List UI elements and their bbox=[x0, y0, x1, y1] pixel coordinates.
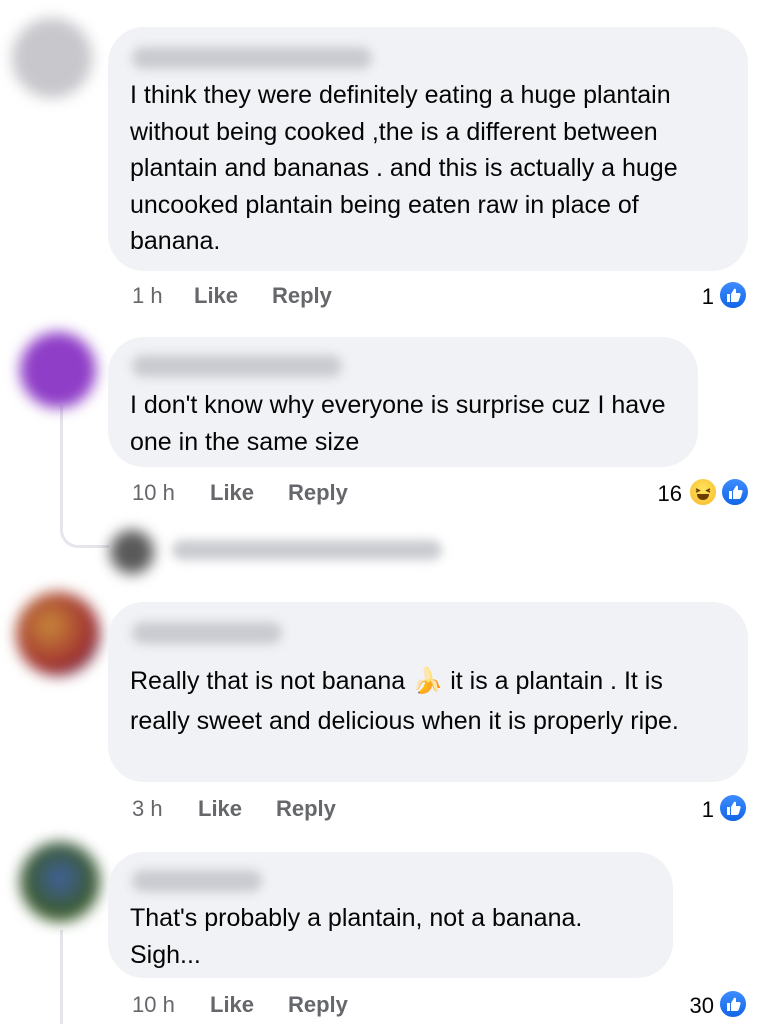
like-icon[interactable] bbox=[718, 280, 748, 310]
thread-line bbox=[60, 930, 63, 1024]
like-link[interactable]: Like bbox=[210, 480, 254, 506]
avatar[interactable] bbox=[12, 18, 92, 98]
comment-bubble: I don't know why everyone is surprise cu… bbox=[108, 337, 698, 467]
reply-link[interactable]: Reply bbox=[288, 992, 348, 1018]
comment-text: That's probably a plantain, not a banana… bbox=[130, 904, 583, 969]
avatar[interactable] bbox=[16, 592, 100, 676]
commenter-name[interactable] bbox=[132, 622, 282, 644]
reaction-count[interactable]: 1 bbox=[680, 284, 714, 310]
comment-bubble: That's probably a plantain, not a banana… bbox=[108, 852, 673, 978]
avatar[interactable] bbox=[20, 842, 100, 922]
comment-text: Really that is not banana 🍌 it is a plan… bbox=[130, 667, 679, 735]
reply-thread-line bbox=[60, 405, 109, 548]
like-icon[interactable] bbox=[720, 477, 750, 507]
reaction-count[interactable]: 16 bbox=[640, 481, 682, 507]
comment-meta: 1 h bbox=[132, 283, 163, 309]
haha-icon[interactable] bbox=[688, 477, 718, 507]
reply-link[interactable]: Reply bbox=[288, 480, 348, 506]
like-icon[interactable] bbox=[718, 989, 748, 1019]
comment-text: I think they were definitely eating a hu… bbox=[130, 81, 678, 255]
like-icon[interactable] bbox=[718, 793, 748, 823]
reply-link[interactable]: Reply bbox=[276, 796, 336, 822]
comment-bubble: Really that is not banana 🍌 it is a plan… bbox=[108, 602, 748, 782]
timestamp[interactable]: 10 h bbox=[132, 992, 175, 1018]
timestamp[interactable]: 1 h bbox=[132, 283, 163, 308]
commenter-name[interactable] bbox=[132, 355, 342, 377]
avatar[interactable] bbox=[20, 332, 96, 408]
reaction-count[interactable]: 30 bbox=[668, 993, 714, 1019]
timestamp[interactable]: 3 h bbox=[132, 796, 163, 822]
reply-preview[interactable] bbox=[172, 540, 442, 560]
banana-emoji: 🍌 bbox=[412, 667, 444, 695]
commenter-name[interactable] bbox=[132, 47, 372, 69]
commenter-name[interactable] bbox=[132, 870, 262, 892]
like-link[interactable]: Like bbox=[198, 796, 242, 822]
reaction-count[interactable]: 1 bbox=[680, 797, 714, 823]
reply-link[interactable]: Reply bbox=[272, 283, 332, 309]
timestamp[interactable]: 10 h bbox=[132, 480, 175, 506]
reply-avatar[interactable] bbox=[110, 530, 154, 574]
like-link[interactable]: Like bbox=[210, 992, 254, 1018]
comment-bubble: I think they were definitely eating a hu… bbox=[108, 27, 748, 271]
like-link[interactable]: Like bbox=[194, 283, 238, 309]
comment-text: I don't know why everyone is surprise cu… bbox=[130, 391, 666, 456]
